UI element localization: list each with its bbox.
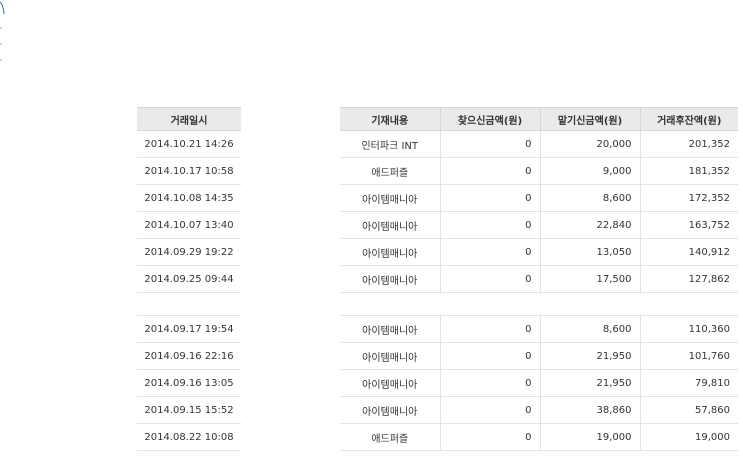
column-header-balance: 거래후잔액(원) — [639, 107, 738, 131]
table-row: 2014.09.17 19:54 — [137, 315, 241, 343]
cell-withdrawal: 0 — [439, 396, 540, 424]
table-body: 인터파크 INT 0 20,000 201,352 애드퍼즐 0 9,000 181,352 아… — [340, 130, 738, 293]
cell-deposit: 19,000 — [539, 423, 640, 451]
table-row: 2014.08.22 10:08 — [137, 423, 241, 451]
cell-withdrawal: 0 — [439, 157, 540, 185]
table-row: 2014.09.29 19:22 — [137, 238, 241, 266]
table-row: 애드퍼즐 0 9,000 181,352 — [340, 157, 738, 185]
transaction-date-table-bottom: 2014.09.17 19:54 2014.09.16 22:16 2014.09.… — [137, 315, 241, 451]
table-row: 아이템매니아 0 22,840 163,752 — [340, 211, 738, 239]
table-row: 2014.10.17 10:58 — [137, 157, 241, 185]
cell-date: 2014.09.29 19:22 — [137, 238, 241, 266]
cell-description: 아이템매니아 — [340, 396, 440, 424]
table-row: 2014.10.07 13:40 — [137, 211, 241, 239]
table-row: 아이템매니아 0 38,860 57,860 — [340, 396, 738, 424]
cell-date: 2014.09.15 15:52 — [137, 396, 241, 424]
table-row: 인터파크 INT 0 20,000 201,352 — [340, 130, 738, 158]
table-row: 2014.09.16 22:16 — [137, 342, 241, 370]
cell-description: 아이템매니아 — [340, 265, 440, 293]
cell-description: 아이템매니아 — [340, 315, 440, 343]
cell-withdrawal: 0 — [439, 238, 540, 266]
table-row: 2014.09.25 09:44 — [137, 265, 241, 293]
cell-date: 2014.10.17 10:58 — [137, 157, 241, 185]
table-row: 아이템매니아 0 13,050 140,912 — [340, 238, 738, 266]
table-row: 2014.09.15 15:52 — [137, 396, 241, 424]
cell-date: 2014.09.25 09:44 — [137, 265, 241, 293]
table-body: 2014.10.21 14:26 2014.10.17 10:58 2014.10.… — [137, 130, 241, 293]
cell-balance: 201,352 — [639, 130, 738, 158]
cell-date: 2014.08.22 10:08 — [137, 423, 241, 451]
column-header-description: 기재내용 — [340, 107, 440, 131]
page-edge-mark — [0, 1, 5, 61]
cell-description: 아이템매니아 — [340, 184, 440, 212]
table-header-row: 기재내용 찾으신금액(원) 맡기신금액(원) 거래후잔액(원) — [340, 107, 738, 131]
cell-withdrawal: 0 — [439, 265, 540, 293]
cell-description: 인터파크 INT — [340, 130, 440, 158]
cell-description: 아이템매니아 — [340, 369, 440, 397]
cell-deposit: 8,600 — [539, 315, 640, 343]
cell-balance: 110,360 — [639, 315, 738, 343]
table-row: 아이템매니아 0 21,950 101,760 — [340, 342, 738, 370]
cell-withdrawal: 0 — [439, 184, 540, 212]
table-row: 2014.09.16 13:05 — [137, 369, 241, 397]
table-row: 애드퍼즐 0 19,000 19,000 — [340, 423, 738, 451]
cell-description: 애드퍼즐 — [340, 157, 440, 185]
cell-deposit: 9,000 — [539, 157, 640, 185]
cell-balance: 127,862 — [639, 265, 738, 293]
cell-withdrawal: 0 — [439, 342, 540, 370]
cell-balance: 140,912 — [639, 238, 738, 266]
transaction-detail-table-bottom: 아이템매니아 0 8,600 110,360 아이템매니아 0 21,950 101,760 아… — [340, 315, 738, 451]
cell-balance: 57,860 — [639, 396, 738, 424]
cell-deposit: 13,050 — [539, 238, 640, 266]
table-body: 아이템매니아 0 8,600 110,360 아이템매니아 0 21,950 101,760 아… — [340, 315, 738, 451]
cell-balance: 101,760 — [639, 342, 738, 370]
cell-deposit: 22,840 — [539, 211, 640, 239]
transaction-detail-table-top: 기재내용 찾으신금액(원) 맡기신금액(원) 거래후잔액(원) 인터파크 INT… — [340, 107, 738, 293]
table-row: 아이템매니아 0 8,600 172,352 — [340, 184, 738, 212]
cell-description: 아이템매니아 — [340, 342, 440, 370]
cell-date: 2014.10.08 14:35 — [137, 184, 241, 212]
table-row: 2014.10.21 14:26 — [137, 130, 241, 158]
cell-deposit: 20,000 — [539, 130, 640, 158]
table-row: 아이템매니아 0 21,950 79,810 — [340, 369, 738, 397]
cell-deposit: 17,500 — [539, 265, 640, 293]
cell-withdrawal: 0 — [439, 211, 540, 239]
cell-withdrawal: 0 — [439, 423, 540, 451]
cell-date: 2014.10.07 13:40 — [137, 211, 241, 239]
cell-balance: 163,752 — [639, 211, 738, 239]
transaction-date-table-top: 거래일시 2014.10.21 14:26 2014.10.17 10:58 201… — [137, 107, 241, 293]
column-header-withdrawal: 찾으신금액(원) — [439, 107, 540, 131]
cell-deposit: 8,600 — [539, 184, 640, 212]
cell-deposit: 38,860 — [539, 396, 640, 424]
cell-date: 2014.09.16 22:16 — [137, 342, 241, 370]
cell-description: 애드퍼즐 — [340, 423, 440, 451]
cell-description: 아이템매니아 — [340, 238, 440, 266]
column-header-date: 거래일시 — [137, 107, 241, 131]
table-row: 아이템매니아 0 8,600 110,360 — [340, 315, 738, 343]
column-header-deposit: 맡기신금액(원) — [539, 107, 640, 131]
cell-date: 2014.09.17 19:54 — [137, 315, 241, 343]
cell-balance: 19,000 — [639, 423, 738, 451]
table-row: 2014.10.08 14:35 — [137, 184, 241, 212]
cell-deposit: 21,950 — [539, 369, 640, 397]
table-header-row: 거래일시 — [137, 107, 241, 131]
cell-date: 2014.10.21 14:26 — [137, 130, 241, 158]
cell-deposit: 21,950 — [539, 342, 640, 370]
cell-withdrawal: 0 — [439, 130, 540, 158]
cell-date: 2014.09.16 13:05 — [137, 369, 241, 397]
cell-description: 아이템매니아 — [340, 211, 440, 239]
cell-balance: 79,810 — [639, 369, 738, 397]
cell-balance: 181,352 — [639, 157, 738, 185]
cell-balance: 172,352 — [639, 184, 738, 212]
cell-withdrawal: 0 — [439, 369, 540, 397]
table-body: 2014.09.17 19:54 2014.09.16 22:16 2014.09.… — [137, 315, 241, 451]
cell-withdrawal: 0 — [439, 315, 540, 343]
table-row: 아이템매니아 0 17,500 127,862 — [340, 265, 738, 293]
